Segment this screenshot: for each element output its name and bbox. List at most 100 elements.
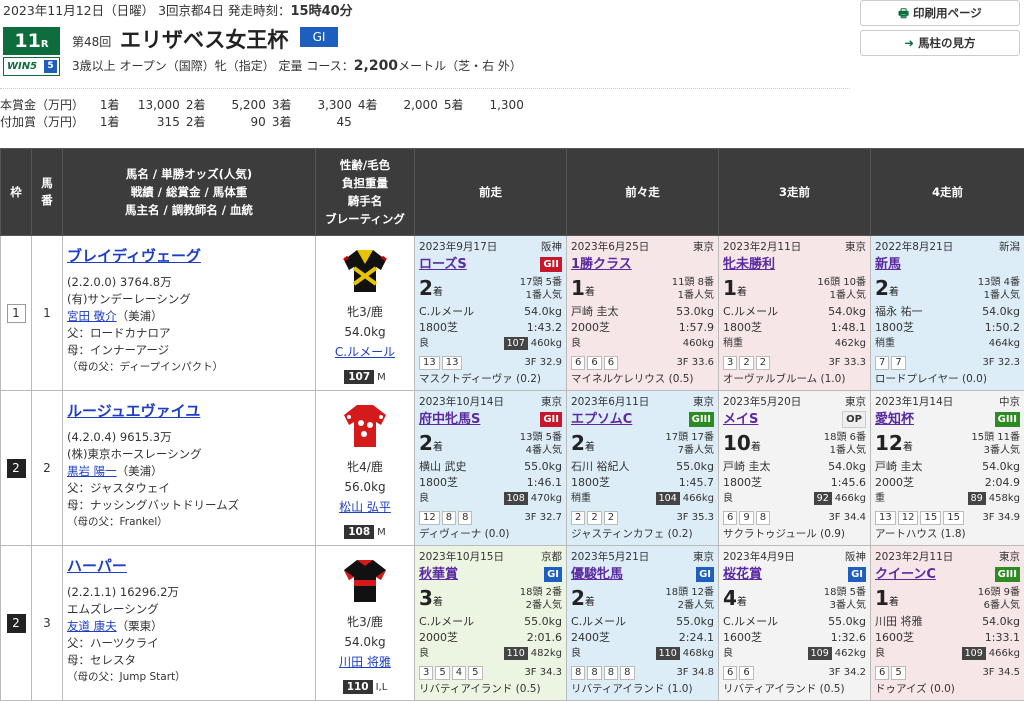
past-race-link[interactable]: 愛知杯: [875, 412, 914, 428]
jockey-link[interactable]: 川田 将雅: [339, 655, 391, 669]
past-race[interactable]: 2023年5月20日東京メイSOP10着18頭 6番1番人気戸崎 圭太54.0k…: [719, 391, 871, 546]
frame-cell: 2: [1, 546, 32, 701]
grade-badge: OP: [842, 411, 866, 428]
winner: アートハウス (1.8): [875, 526, 1020, 542]
past-race-link[interactable]: ローズS: [419, 257, 467, 273]
col-waku: 枠: [1, 149, 32, 236]
col-horse: 馬名 / 単勝オッズ(人気)戦績 / 総賞金 / 馬体重馬主名 / 調教師名 /…: [63, 149, 316, 236]
jockey-info: 牝3/鹿54.0kgC.ルメール107M: [316, 236, 415, 391]
trainer-link[interactable]: 友道 康夫: [67, 619, 117, 633]
sire: 父：ロードカナロア: [67, 325, 311, 342]
past-race-link[interactable]: 新馬: [875, 257, 901, 273]
past-race-link[interactable]: 牝未勝利: [723, 257, 775, 273]
past-race[interactable]: 2023年5月21日東京優駿牝馬GI2着18頭 12番2番人気C.ルメール55.…: [567, 546, 719, 701]
col-prev1: 前走: [415, 149, 567, 236]
print-button[interactable]: 🖶印刷用ページ: [860, 0, 1020, 26]
jockey-info: 牝3/鹿54.0kg川田 将雅110I,L: [316, 546, 415, 701]
race-number-box: 11R WIN55: [3, 27, 60, 77]
owner: (株)東京ホースレーシング: [67, 446, 311, 463]
table-row: 11ブレイディヴェーグ(2.2.0.0) 3764.8万(有)サンデーレーシング…: [1, 236, 1024, 391]
finish-position: 4着: [723, 584, 747, 617]
past-race[interactable]: 2023年10月14日東京府中牝馬SGII2着13頭 5番4番人気横山 武史55…: [415, 391, 567, 546]
horse-name-link[interactable]: ブレイディヴェーグ: [67, 248, 311, 265]
jockey-link[interactable]: 松山 弘平: [339, 500, 391, 514]
jockey-info: 牝4/鹿56.0kg松山 弘平108M: [316, 391, 415, 546]
col-jockey: 性齢/毛色負担重量騎手名ブレーティング: [316, 149, 415, 236]
horse-name-link[interactable]: ハーパー: [67, 558, 311, 575]
horse-number: 2: [32, 391, 63, 546]
finish-position: 1着: [875, 584, 899, 617]
past-race-link[interactable]: 桜花賞: [723, 567, 762, 583]
winner: ドゥアイズ (0.0): [875, 681, 1020, 697]
frame-cell: 1: [1, 236, 32, 391]
howto-button[interactable]: ➜馬柱の見方: [860, 30, 1020, 56]
finish-position: 2着: [875, 274, 899, 307]
grade-badge: GI: [848, 567, 866, 582]
owner: (有)サンデーレーシング: [67, 291, 311, 308]
main-prize: 本賞金（万円） 1着13,0002着5,2003着3,3004着2,0005着1…: [0, 96, 524, 113]
grade-badge: GI: [300, 27, 338, 47]
past-race-link[interactable]: 秋華賞: [419, 567, 458, 583]
past-race[interactable]: 2023年1月14日中京愛知杯GIII12着15頭 11番3番人気戸崎 圭太54…: [871, 391, 1024, 546]
horse-number: 1: [32, 236, 63, 391]
jockey-link[interactable]: C.ルメール: [335, 345, 395, 359]
winner: リバティアイランド (0.5): [723, 681, 866, 697]
past-race-link[interactable]: クイーンC: [875, 567, 936, 583]
frame-number: 2: [7, 459, 26, 478]
frame-number: 2: [7, 614, 26, 633]
table-row: 22ルージュエヴァイユ(4.2.0.4) 9615.3万(株)東京ホースレーシン…: [1, 391, 1024, 546]
arrow-circle-icon: ➜: [904, 36, 914, 50]
col-prev4: 4走前: [871, 149, 1024, 236]
past-race[interactable]: 2023年2月11日東京クイーンCGIII1着16頭 9番6番人気川田 将雅54…: [871, 546, 1024, 701]
horse-info: ブレイディヴェーグ(2.2.0.0) 3764.8万(有)サンデーレーシング宮田…: [63, 236, 316, 391]
trainer-link[interactable]: 黒岩 陽一: [67, 464, 117, 478]
past-race[interactable]: 2023年10月15日京都秋華賞GI3着18頭 2番2番人気C.ルメール55.0…: [415, 546, 567, 701]
win5-badge[interactable]: WIN55: [3, 57, 60, 76]
past-race-link[interactable]: メイS: [723, 412, 758, 428]
dam: 母：セレスタ: [67, 652, 311, 669]
grade-badge: GII: [540, 257, 562, 272]
finish-position: 10着: [723, 429, 761, 462]
sire: 父：ジャスタウェイ: [67, 480, 311, 497]
post-time: 15時40分: [290, 4, 352, 19]
table-header: 枠 馬番 馬名 / 単勝オッズ(人気)戦績 / 総賞金 / 馬体重馬主名 / 調…: [1, 149, 1024, 236]
silk-icon: [340, 248, 390, 294]
winner: リバティアイランド (0.5): [419, 681, 562, 697]
frame-cell: 2: [1, 391, 32, 546]
race-name: エリザベス女王杯: [120, 24, 288, 54]
past-race[interactable]: 2023年2月11日東京牝未勝利1着16頭 10番1番人気C.ルメール54.0k…: [719, 236, 871, 391]
past-race[interactable]: 2023年4月9日阪神桜花賞GI4着18頭 5番3番人気C.ルメール55.0kg…: [719, 546, 871, 701]
past-race-link[interactable]: 府中牝馬S: [419, 412, 480, 428]
race-conditions: 3歳以上 オープン（国際）牝（指定） 定量 コース：2,200メートル（芝・右 …: [72, 57, 522, 74]
horse-info: ルージュエヴァイユ(4.2.0.4) 9615.3万(株)東京ホースレーシング黒…: [63, 391, 316, 546]
past-race[interactable]: 2023年6月11日東京エプソムCGIII2着17頭 17番7番人気石川 裕紀人…: [567, 391, 719, 546]
col-prev2: 前々走: [567, 149, 719, 236]
rating-badge: 110: [343, 680, 373, 694]
dam: 母：インナーアージ: [67, 342, 311, 359]
winner: ディヴィーナ (0.0): [419, 526, 562, 542]
grade-badge: GIII: [995, 567, 1020, 582]
damsire: （母の父：Jump Start）: [67, 669, 311, 686]
winner: オーヴァルブルーム (1.0): [723, 371, 866, 387]
sire: 父：ハーツクライ: [67, 635, 311, 652]
winner: マスクトディーヴァ (0.2): [419, 371, 562, 387]
past-race-link[interactable]: 優駿牝馬: [571, 567, 623, 583]
rating-badge: 107: [344, 370, 374, 384]
past-race[interactable]: 2022年8月21日新潟新馬2着13頭 4番1番人気福永 祐一54.0kg180…: [871, 236, 1024, 391]
past-race-link[interactable]: エプソムC: [571, 412, 632, 428]
horse-name-link[interactable]: ルージュエヴァイユ: [67, 403, 311, 420]
damsire: （母の父：ディープインパクト）: [67, 359, 311, 376]
race-number: 11R: [3, 27, 60, 55]
grade-badge: GIII: [689, 412, 714, 427]
past-race-link[interactable]: 1勝クラス: [571, 257, 632, 273]
silk-icon: [340, 403, 390, 449]
past-race[interactable]: 2023年9月17日阪神ローズSGII2着17頭 5番1番人気C.ルメール54.…: [415, 236, 567, 391]
past-race[interactable]: 2023年6月25日東京1勝クラス1着11頭 8番1番人気戸崎 圭太53.0kg…: [567, 236, 719, 391]
race-date: 2023年11月12日（日曜） 3回京都4日 発走時刻：15時40分: [3, 0, 353, 19]
trainer-link[interactable]: 宮田 敬介: [67, 309, 117, 323]
frame-number: 1: [7, 304, 26, 323]
finish-position: 2着: [419, 274, 443, 307]
entry-table: 枠 馬番 馬名 / 単勝オッズ(人気)戦績 / 総賞金 / 馬体重馬主名 / 調…: [0, 148, 1024, 701]
finish-position: 2着: [571, 429, 595, 462]
finish-position: 1着: [571, 274, 595, 307]
